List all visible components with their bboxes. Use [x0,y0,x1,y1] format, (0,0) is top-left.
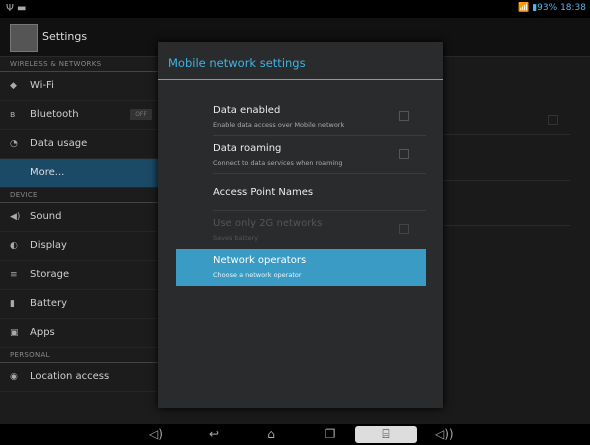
screenshot-icon[interactable]: ⌸ [355,426,417,443]
dialog-title-divider [158,79,443,80]
recent-apps-icon[interactable]: ❐ [318,426,342,443]
sound-icon: ◀) [10,212,21,222]
storage-icon: ≡ [10,270,18,280]
data-roaming-checkbox[interactable] [399,149,409,159]
back-icon[interactable]: ↩ [202,426,226,443]
sidebar-item-storage[interactable]: ≡ Storage [0,261,160,290]
background-checkbox [548,115,558,125]
dialog-title: Mobile network settings [168,56,306,70]
clock: 18:38 [560,3,586,13]
location-icon: ◉ [10,372,18,382]
sidebar-item-battery[interactable]: ▮ Battery [0,290,160,319]
wifi-signal-icon: 📶 [518,3,530,13]
bluetooth-toggle[interactable]: OFF [130,109,152,120]
apps-icon: ▣ [10,328,19,338]
sidebar-item-more[interactable]: More... [0,159,160,188]
option-title: Use only 2G networks [213,218,323,229]
data-enabled-checkbox[interactable] [399,111,409,121]
navigation-bar: ◁) ↩ ⌂ ❐ ⌸ ◁)) [0,424,590,445]
notification-icons: Ψ ▬ [6,3,27,14]
battery-icon: ▮ [10,299,15,309]
sidebar-item-sound[interactable]: ◀) Sound [0,203,160,232]
bluetooth-icon: ʙ [10,110,16,120]
section-header-wireless: WIRELESS & NETWORKS [0,57,160,72]
option-access-point-names[interactable]: Access Point Names [176,174,426,211]
home-icon[interactable]: ⌂ [259,426,283,443]
battery-level: 93% [537,3,558,13]
volume-down-icon[interactable]: ◁) [148,426,164,443]
option-data-roaming[interactable]: Data roaming Connect to data services wh… [176,137,426,174]
wifi-icon: ◆ [10,81,17,91]
divider [213,135,426,136]
sidebar-item-wifi[interactable]: ◆ Wi-Fi [0,72,160,101]
sidebar-item-apps[interactable]: ▣ Apps [0,319,160,348]
option-title: Access Point Names [213,187,314,198]
sidebar-item-data-usage[interactable]: ◔ Data usage [0,130,160,159]
option-summary: Enable data access over Mobile network [213,121,345,129]
settings-app-icon[interactable] [10,24,38,52]
sidebar-item-location[interactable]: ◉ Location access [0,363,160,392]
option-summary: Saves battery [213,234,259,242]
divider [213,210,426,211]
use-2g-checkbox [399,224,409,234]
volume-up-icon[interactable]: ◁)) [435,426,454,443]
section-header-device: DEVICE [0,188,160,203]
data-usage-icon: ◔ [10,139,18,149]
option-title: Network operators [213,255,307,266]
settings-sidebar: WIRELESS & NETWORKS ◆ Wi-Fi ʙ Bluetooth OFF… [0,57,160,424]
status-bar: Ψ ▬ 📶 ▮93% 18:38 [0,0,590,18]
option-title: Data enabled [213,105,281,116]
app-title: Settings [42,30,88,43]
option-use-2g-only: Use only 2G networks Saves battery [176,212,426,249]
option-title: Data roaming [213,143,282,154]
section-header-personal: PERSONAL [0,348,160,363]
option-summary: Choose a network operator [213,271,302,279]
sidebar-item-display[interactable]: ◐ Display [0,232,160,261]
option-summary: Connect to data services when roaming [213,159,343,167]
status-right: 📶 ▮93% 18:38 [518,3,586,13]
mobile-network-dialog: Mobile network settings Data enabled Ena… [158,42,443,408]
sidebar-item-bluetooth[interactable]: ʙ Bluetooth OFF [0,101,160,130]
option-network-operators[interactable]: Network operators Choose a network opera… [176,249,426,286]
display-icon: ◐ [10,241,18,251]
option-data-enabled[interactable]: Data enabled Enable data access over Mob… [176,99,426,136]
